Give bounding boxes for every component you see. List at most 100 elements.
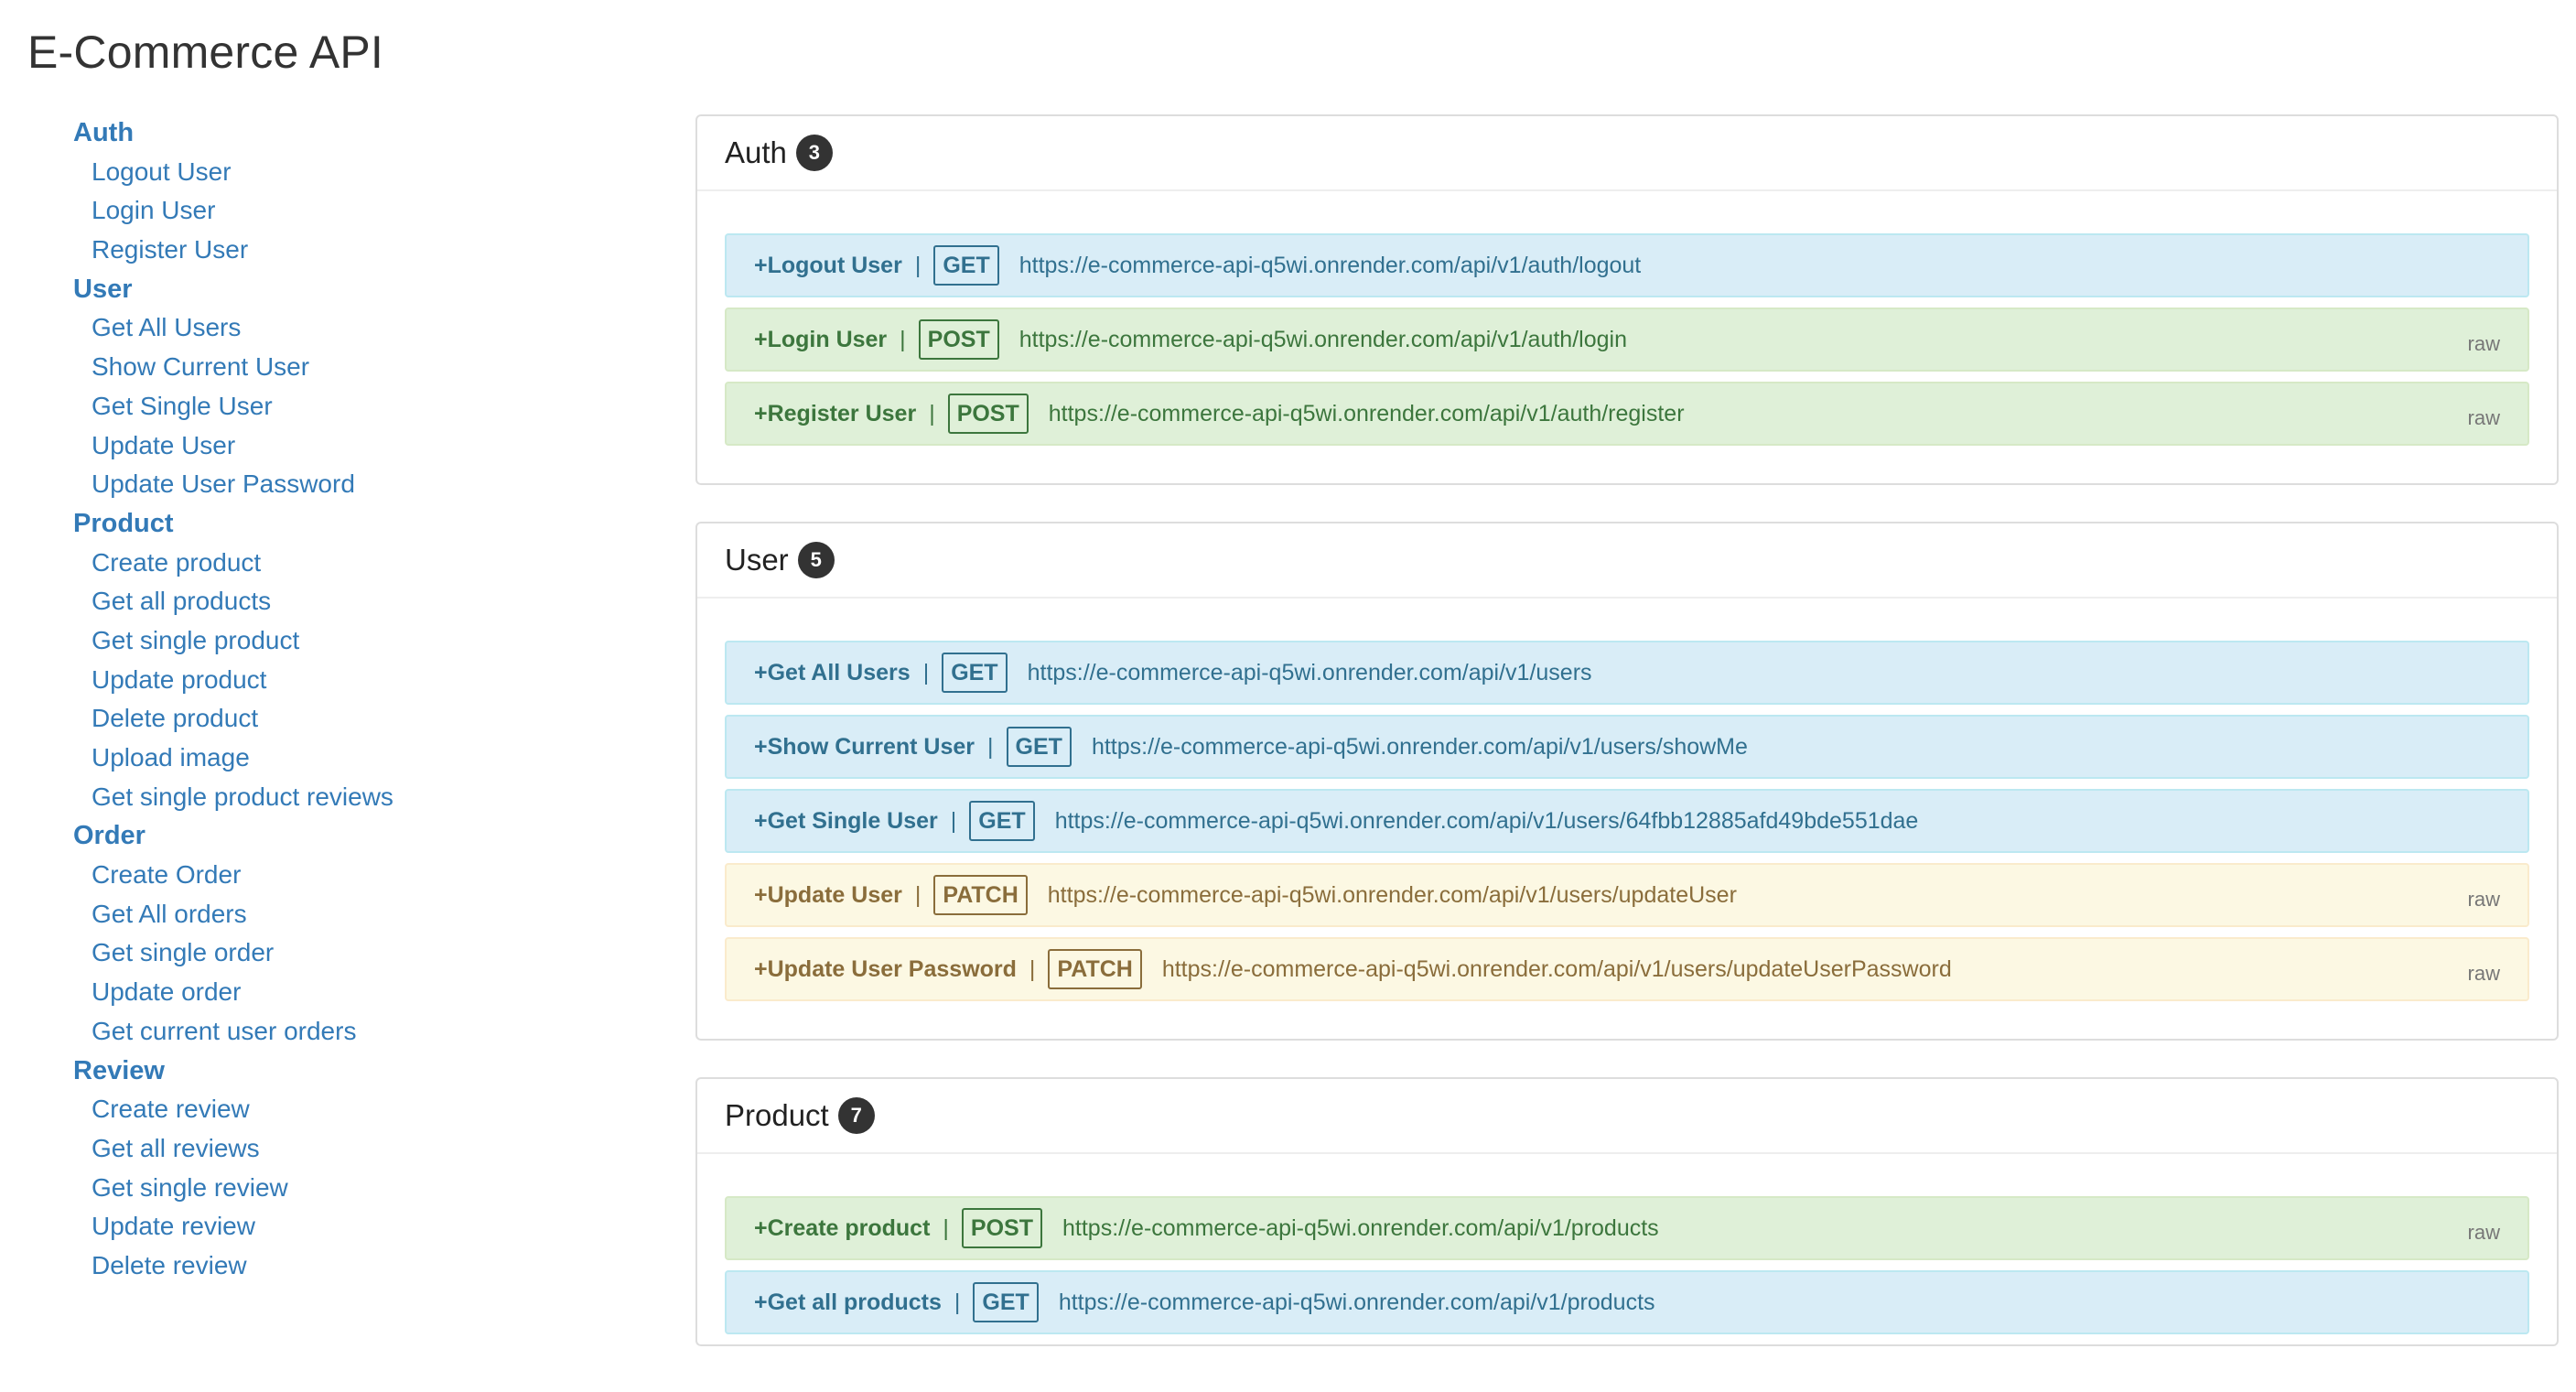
endpoint-count-badge: 3 bbox=[795, 135, 833, 171]
endpoint-count-badge: 5 bbox=[797, 542, 835, 578]
endpoint-url: https://e-commerce-api-q5wi.onrender.com… bbox=[1047, 881, 1737, 908]
endpoint-url: https://e-commerce-api-q5wi.onrender.com… bbox=[1019, 252, 1642, 278]
nav-item-get-current-user-orders[interactable]: Get current user orders bbox=[73, 1012, 641, 1052]
nav-item-upload-image[interactable]: Upload image bbox=[73, 739, 641, 778]
endpoint-name[interactable]: +Get All Users bbox=[754, 660, 911, 686]
nav-item-login-user[interactable]: Login User bbox=[73, 191, 641, 231]
nav-item-get-single-order[interactable]: Get single order bbox=[73, 933, 641, 973]
sidebar-nav: Auth Logout User Login User Register User Us… bbox=[73, 113, 641, 1286]
nav-group-product: Product Create product Get all products Get… bbox=[73, 504, 641, 817]
separator-divider: | bbox=[914, 252, 922, 278]
nav-group-title-order[interactable]: Order bbox=[73, 816, 641, 856]
nav-item-get-single-product[interactable]: Get single product bbox=[73, 621, 641, 661]
http-method-badge: GET bbox=[942, 653, 1008, 693]
raw-toggle-link[interactable]: raw bbox=[2468, 332, 2500, 356]
http-method-badge: PATCH bbox=[933, 875, 1028, 915]
section-panel-auth: Auth 3 +Logout User | GET https://e-commerce-… bbox=[695, 114, 2559, 485]
endpoint-count-badge: 7 bbox=[837, 1097, 875, 1134]
section-title: Product bbox=[725, 1098, 829, 1132]
nav-item-delete-product[interactable]: Delete product bbox=[73, 699, 641, 739]
endpoint-url: https://e-commerce-api-q5wi.onrender.com… bbox=[1054, 807, 1919, 834]
section-title: Auth bbox=[725, 135, 787, 169]
nav-item-logout-user[interactable]: Logout User bbox=[73, 153, 641, 192]
nav-item-get-all-reviews[interactable]: Get all reviews bbox=[73, 1129, 641, 1169]
http-method-badge: GET bbox=[933, 245, 999, 286]
endpoint-url: https://e-commerce-api-q5wi.onrender.com… bbox=[1048, 400, 1685, 426]
nav-item-get-all-products[interactable]: Get all products bbox=[73, 582, 641, 621]
nav-item-update-order[interactable]: Update order bbox=[73, 973, 641, 1012]
nav-item-get-single-user[interactable]: Get Single User bbox=[73, 387, 641, 426]
nav-item-get-all-orders[interactable]: Get All orders bbox=[73, 895, 641, 934]
http-method-badge: GET bbox=[969, 801, 1035, 841]
http-method-badge: POST bbox=[961, 1208, 1042, 1248]
nav-item-update-product[interactable]: Update product bbox=[73, 661, 641, 700]
section-body: +Get All Users | GET https://e-commerce-api… bbox=[697, 599, 2557, 1039]
endpoint-url: https://e-commerce-api-q5wi.onrender.com… bbox=[1019, 326, 1627, 352]
http-method-badge: POST bbox=[918, 319, 999, 360]
nav-item-get-single-review[interactable]: Get single review bbox=[73, 1169, 641, 1208]
nav-item-create-review[interactable]: Create review bbox=[73, 1090, 641, 1129]
nav-group-title-user[interactable]: User bbox=[73, 270, 641, 309]
section-heading: Product 7 bbox=[697, 1079, 2557, 1154]
section-body: +Create product | POST https://e-commerce-a… bbox=[697, 1154, 2557, 1334]
endpoint-url: https://e-commerce-api-q5wi.onrender.com… bbox=[1091, 733, 1748, 760]
endpoint-url: https://e-commerce-api-q5wi.onrender.com… bbox=[1027, 659, 1592, 685]
nav-group-title-product[interactable]: Product bbox=[73, 504, 641, 544]
http-method-badge: GET bbox=[1006, 727, 1072, 767]
endpoint-row-update-user-password[interactable]: +Update User Password | PATCH https://e-com… bbox=[725, 937, 2529, 1001]
endpoint-url: https://e-commerce-api-q5wi.onrender.com… bbox=[1161, 955, 1952, 982]
endpoint-row-update-user[interactable]: +Update User | PATCH https://e-commerce-api… bbox=[725, 863, 2529, 927]
endpoint-name[interactable]: +Update User bbox=[754, 882, 902, 909]
nav-item-show-current-user[interactable]: Show Current User bbox=[73, 348, 641, 387]
endpoint-row-show-current-user[interactable]: +Show Current User | GET https://e-commerce… bbox=[725, 715, 2529, 779]
section-body: +Logout User | GET https://e-commerce-api-q… bbox=[697, 191, 2557, 483]
nav-item-register-user[interactable]: Register User bbox=[73, 231, 641, 270]
endpoint-name[interactable]: +Show Current User bbox=[754, 734, 975, 761]
http-method-badge: PATCH bbox=[1048, 949, 1142, 989]
separator-divider: | bbox=[943, 1214, 949, 1241]
nav-group-auth: Auth Logout User Login User Register User bbox=[73, 113, 641, 270]
separator-divider: | bbox=[954, 1289, 961, 1315]
endpoint-name[interactable]: +Create product bbox=[754, 1215, 930, 1242]
nav-group-title-review[interactable]: Review bbox=[73, 1052, 641, 1091]
endpoint-row-create-product[interactable]: +Create product | POST https://e-commerce-a… bbox=[725, 1196, 2529, 1260]
endpoint-row-get-all-users[interactable]: +Get All Users | GET https://e-commerce-api… bbox=[725, 641, 2529, 705]
nav-group-title-auth[interactable]: Auth bbox=[73, 113, 641, 153]
nav-item-update-user[interactable]: Update User bbox=[73, 426, 641, 466]
nav-item-get-all-users[interactable]: Get All Users bbox=[73, 308, 641, 348]
separator-divider: | bbox=[987, 733, 994, 760]
nav-group-review: Review Create review Get all reviews Get si… bbox=[73, 1052, 641, 1286]
section-title: User bbox=[725, 543, 789, 577]
endpoint-name[interactable]: +Register User bbox=[754, 401, 916, 427]
main-content: Auth 3 +Logout User | GET https://e-commerce-… bbox=[695, 114, 2559, 1383]
endpoint-row-login-user[interactable]: +Login User | POST https://e-commerce-api-q… bbox=[725, 308, 2529, 372]
endpoint-name[interactable]: +Logout User bbox=[754, 253, 902, 279]
separator-divider: | bbox=[922, 659, 930, 685]
section-heading: Auth 3 bbox=[697, 116, 2557, 191]
raw-toggle-link[interactable]: raw bbox=[2468, 962, 2500, 986]
raw-toggle-link[interactable]: raw bbox=[2468, 406, 2500, 430]
endpoint-name[interactable]: +Login User bbox=[754, 327, 887, 353]
raw-toggle-link[interactable]: raw bbox=[2468, 1221, 2500, 1245]
nav-item-create-order[interactable]: Create Order bbox=[73, 856, 641, 895]
endpoint-row-get-single-user[interactable]: +Get Single User | GET https://e-commerce-a… bbox=[725, 789, 2529, 853]
nav-item-update-review[interactable]: Update review bbox=[73, 1207, 641, 1246]
endpoint-row-get-all-products[interactable]: +Get all products | GET https://e-commerce-… bbox=[725, 1270, 2529, 1334]
nav-item-create-product[interactable]: Create product bbox=[73, 544, 641, 583]
endpoint-name[interactable]: +Get all products bbox=[754, 1289, 942, 1316]
nav-group-order: Order Create Order Get All orders Get singl… bbox=[73, 816, 641, 1051]
endpoint-url: https://e-commerce-api-q5wi.onrender.com… bbox=[1058, 1289, 1655, 1315]
endpoint-name[interactable]: +Update User Password bbox=[754, 956, 1017, 983]
endpoint-name[interactable]: +Get Single User bbox=[754, 808, 938, 835]
raw-toggle-link[interactable]: raw bbox=[2468, 888, 2500, 912]
endpoint-row-logout-user[interactable]: +Logout User | GET https://e-commerce-api-q… bbox=[725, 233, 2529, 297]
nav-item-get-single-product-reviews[interactable]: Get single product reviews bbox=[73, 778, 641, 817]
separator-divider: | bbox=[900, 326, 906, 352]
endpoint-row-register-user[interactable]: +Register User | POST https://e-commerce-ap… bbox=[725, 382, 2529, 446]
separator-divider: | bbox=[929, 400, 935, 426]
section-panel-user: User 5 +Get All Users | GET https://e-commerc… bbox=[695, 522, 2559, 1041]
nav-item-delete-review[interactable]: Delete review bbox=[73, 1246, 641, 1286]
section-heading: User 5 bbox=[697, 523, 2557, 599]
nav-item-update-user-password[interactable]: Update User Password bbox=[73, 465, 641, 504]
http-method-badge: GET bbox=[973, 1282, 1039, 1322]
